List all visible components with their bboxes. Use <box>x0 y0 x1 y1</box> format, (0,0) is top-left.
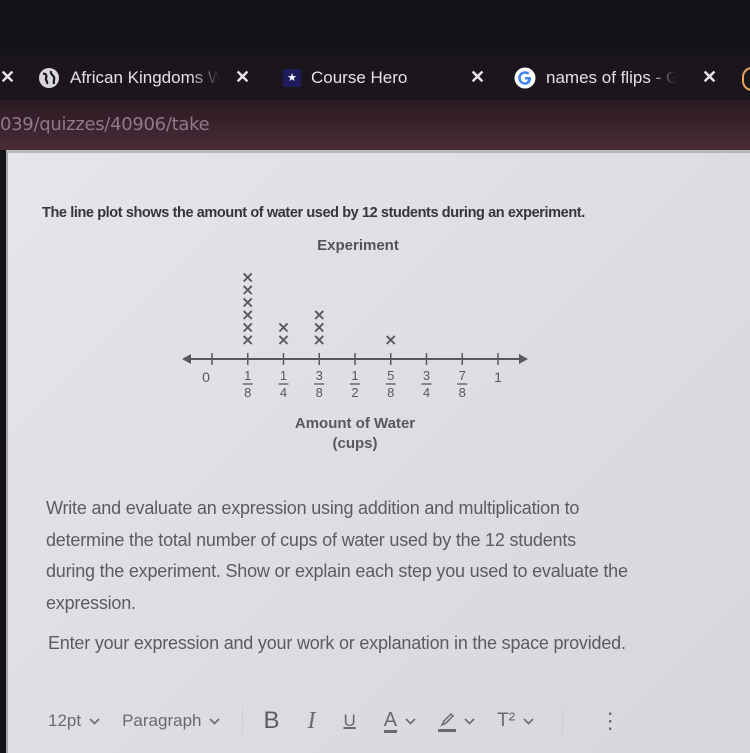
tick-label-numerator: 3 <box>316 368 323 383</box>
chevron-down-icon <box>89 714 100 728</box>
instruction-text: Enter your expression and your work or e… <box>48 633 626 653</box>
tick-label-denominator: 4 <box>280 385 287 400</box>
url-text[interactable]: 039/quizzes/40906/take <box>0 114 210 135</box>
question-text: Write and evaluate an expression using a… <box>46 493 736 619</box>
close-icon[interactable]: ✕ <box>470 67 485 88</box>
tick-label-denominator: 4 <box>423 385 430 400</box>
x-axis-label: Amount of Water <box>295 415 415 432</box>
close-icon[interactable]: ✕ <box>702 67 717 88</box>
tick-label-denominator: 8 <box>316 385 323 400</box>
data-point-x-mark: × <box>277 318 290 337</box>
x-axis-unit: (cups) <box>333 435 378 452</box>
chevron-down-icon <box>209 714 221 728</box>
quiz-page: The line plot shows the amount of water … <box>6 150 750 753</box>
toolbar-divider <box>562 708 564 734</box>
address-bar[interactable]: 039/quizzes/40906/take <box>0 100 750 150</box>
block-format-value: Paragraph <box>122 711 202 730</box>
tick-label-numerator: 1 <box>351 368 358 383</box>
tick-label: 1 <box>494 369 502 385</box>
toolbar-divider <box>242 708 244 734</box>
chevron-down-icon <box>523 714 534 728</box>
tab-course-hero[interactable]: ★ Course Hero ✕ <box>283 55 493 100</box>
chevron-down-icon <box>464 714 475 728</box>
highlighter-icon <box>438 711 457 732</box>
tick-label-denominator: 8 <box>244 385 251 400</box>
superscript-button[interactable]: T² <box>497 710 534 732</box>
underline-button[interactable]: U <box>344 711 356 731</box>
prev-tab-close-button[interactable]: ✕ <box>0 55 15 100</box>
superscript-icon: T² <box>497 710 516 731</box>
chevron-down-icon <box>405 714 416 728</box>
font-size-value: 12pt <box>48 711 82 730</box>
browser-tab-bar: ✕ African Kingdoms W ✕ ★ Course Hero ✕ n… <box>0 55 750 100</box>
data-point-x-mark: × <box>384 330 397 349</box>
tick-label-denominator: 2 <box>351 385 358 400</box>
next-tab-favicon-icon[interactable] <box>742 67 750 91</box>
line-plot: 0 181438125834781××××××××××××Amount of Wa… <box>182 268 528 452</box>
italic-button[interactable]: I <box>308 708 316 735</box>
google-icon <box>514 67 536 89</box>
block-format-dropdown[interactable]: Paragraph <box>122 711 221 731</box>
axis-arrow-right <box>519 354 528 364</box>
font-size-dropdown[interactable]: 12pt <box>48 711 100 731</box>
tab-african-kingdoms[interactable]: African Kingdoms W ✕ <box>38 55 253 100</box>
tick-label-numerator: 1 <box>280 368 287 383</box>
tick-label-numerator: 7 <box>459 368 466 383</box>
more-options-button[interactable]: ⋮ <box>599 708 621 734</box>
question-line: during the experiment. Show or explain e… <box>46 561 628 581</box>
editor-toolbar: 12pt Paragraph B I U A T² ⋮ <box>48 701 748 741</box>
star-icon: ★ <box>283 68 301 87</box>
tick-label-denominator: 8 <box>459 385 466 400</box>
text-color-icon: A <box>383 708 398 733</box>
tab-title: names of flips - Go <box>546 67 676 87</box>
tick-label: 0 <box>202 369 210 385</box>
tick-label-numerator: 3 <box>423 368 430 383</box>
tick-label-denominator: 8 <box>387 385 394 400</box>
data-point-x-mark: × <box>313 305 326 324</box>
tick-label-numerator: 5 <box>387 368 394 383</box>
text-color-button[interactable]: A <box>383 708 416 733</box>
highlight-color-button[interactable] <box>438 711 475 732</box>
question-line: expression. <box>46 592 136 613</box>
globe-icon <box>38 67 60 89</box>
close-icon[interactable]: ✕ <box>235 67 250 88</box>
bold-button[interactable]: B <box>263 707 279 735</box>
tab-title: African Kingdoms W <box>70 67 220 87</box>
question-line: determine the total number of cups of wa… <box>46 529 576 550</box>
question-line: Write and evaluate an expression using a… <box>46 498 580 518</box>
axis-arrow-left <box>182 354 191 364</box>
data-point-x-mark: × <box>241 268 254 287</box>
tab-title: Course Hero <box>311 67 408 87</box>
close-icon[interactable]: ✕ <box>0 67 15 88</box>
tab-names-of-flips[interactable]: names of flips - Go ✕ <box>514 55 724 100</box>
tick-label-numerator: 1 <box>244 368 251 383</box>
